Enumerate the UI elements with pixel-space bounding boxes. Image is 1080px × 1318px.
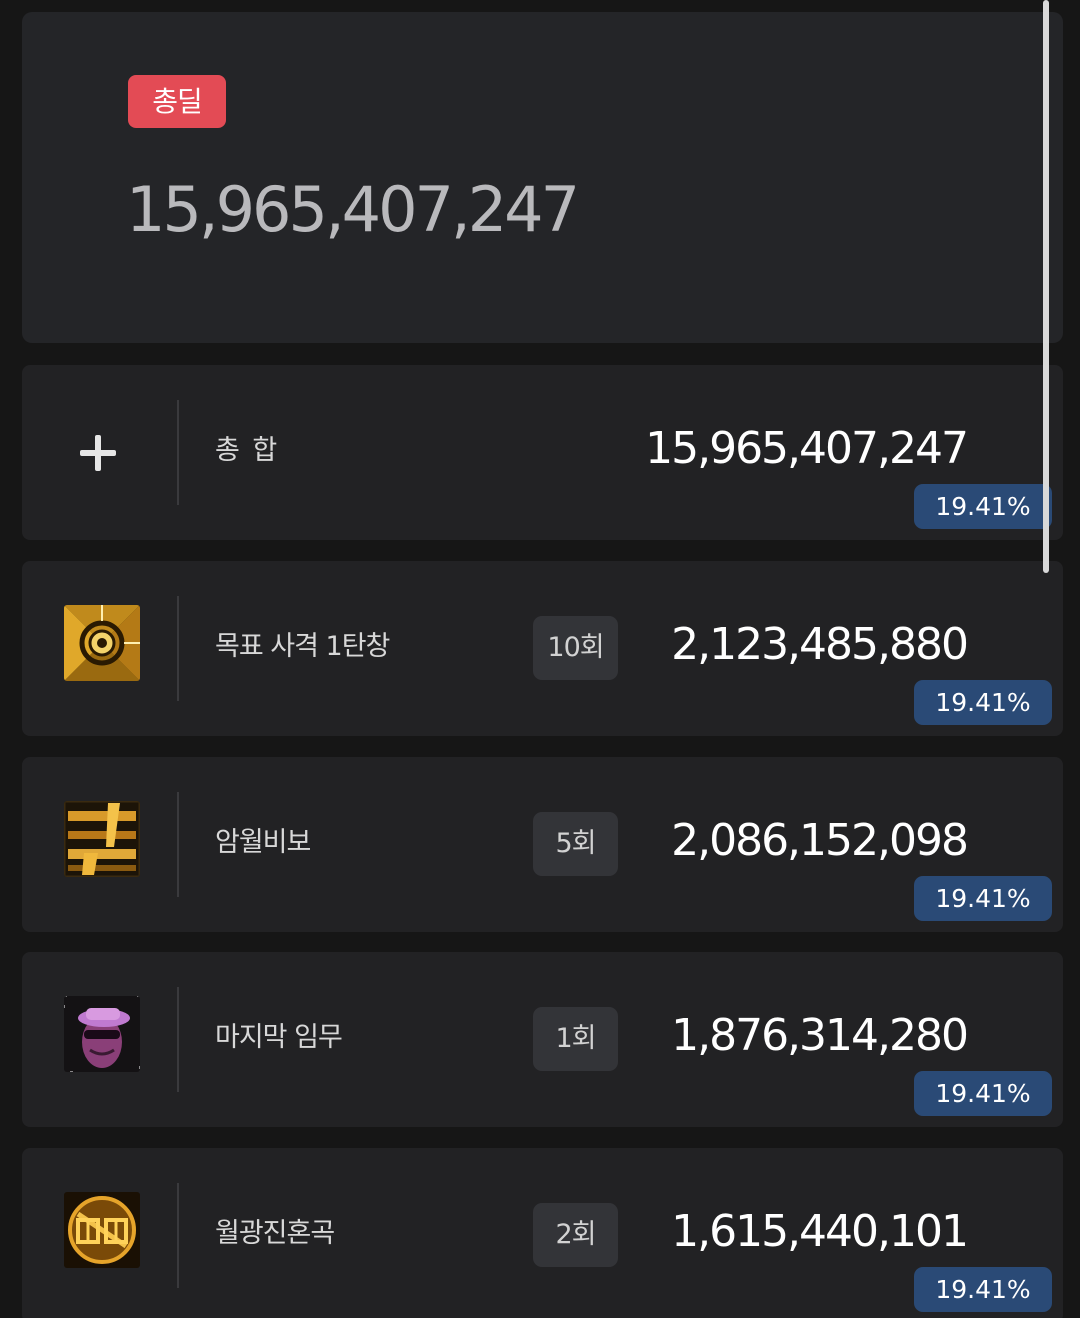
dark-moon-secret-skill-icon [64,801,140,877]
row-damage-value: 15,965,407,247 [645,423,969,474]
row-percent-badge: 19.41% [914,876,1052,921]
row-skill-name: 암월비보 [215,827,311,858]
row-skill-name: 월광진혼곡 [215,1218,335,1249]
row-percent-badge: 19.41% [914,484,1052,529]
total-damage-value: 15,965,407,247 [126,173,580,246]
damage-row-skill[interactable]: 목표 사격 1탄창 10회 2,123,485,880 19.41% [22,561,1063,736]
row-damage-value: 2,086,152,098 [671,815,969,866]
row-percent-badge: 19.41% [914,1071,1052,1116]
total-damage-badge: 총딜 [128,75,226,128]
row-damage-value: 1,615,440,101 [671,1206,969,1257]
total-damage-card: 총딜 15,965,407,247 [22,12,1063,343]
vertical-scrollbar[interactable] [1043,0,1049,573]
row-skill-name: 목표 사격 1탄창 [215,631,390,662]
target-shot-skill-icon [64,605,140,681]
row-damage-value: 2,123,485,880 [671,619,969,670]
row-divider [177,792,179,897]
damage-row-skill[interactable]: 암월비보 5회 2,086,152,098 19.41% [22,757,1063,932]
row-skill-name: 마지막 임무 [215,1022,343,1053]
moonlight-requiem-skill-icon [64,1192,140,1268]
damage-report-page: 총딜 15,965,407,247 총 합 15,965,407,247 19.… [0,0,1080,1318]
row-hit-count-badge: 5회 [533,812,618,876]
last-mission-skill-icon [64,996,140,1072]
row-divider [177,400,179,505]
row-hit-count-badge: 1회 [533,1007,618,1071]
row-hit-count-badge: 2회 [533,1203,618,1267]
row-damage-value: 1,876,314,280 [671,1010,969,1061]
damage-row-skill[interactable]: 월광진혼곡 2회 1,615,440,101 19.41% [22,1148,1063,1318]
row-percent-badge: 19.41% [914,680,1052,725]
row-divider [177,1183,179,1288]
row-skill-name: 총 합 [215,435,280,466]
damage-row-total[interactable]: 총 합 15,965,407,247 19.41% [22,365,1063,540]
row-divider [177,987,179,1092]
row-divider [177,596,179,701]
row-percent-badge: 19.41% [914,1267,1052,1312]
damage-row-skill[interactable]: 마지막 임무 1회 1,876,314,280 19.41% [22,952,1063,1127]
row-hit-count-badge: 10회 [533,616,618,680]
plus-icon[interactable] [80,435,116,471]
